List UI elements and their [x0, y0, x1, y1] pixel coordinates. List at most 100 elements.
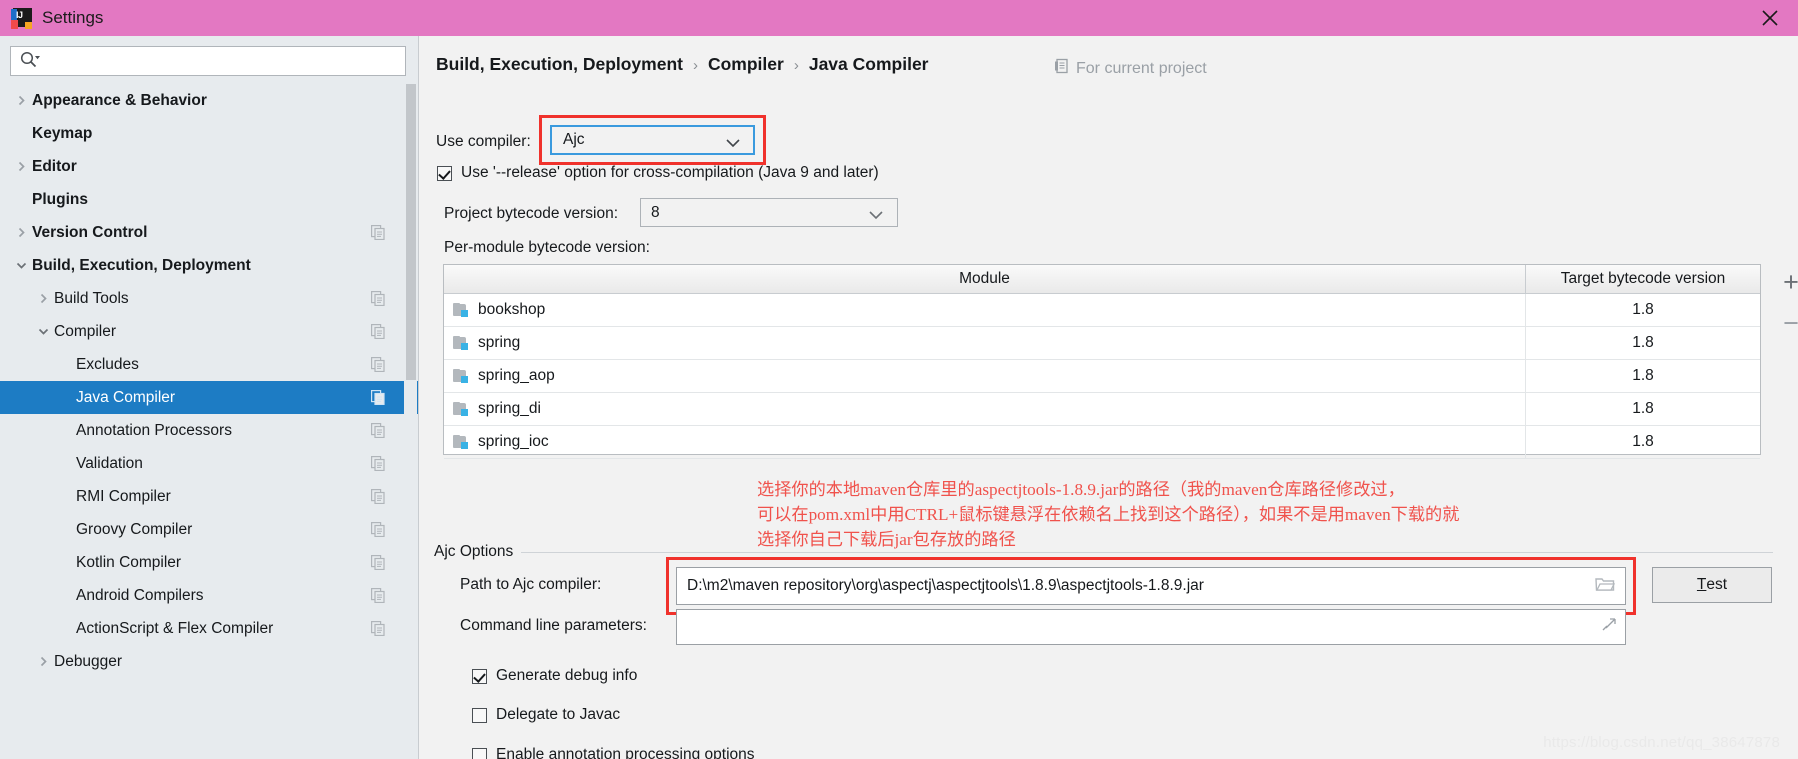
table-row[interactable]: spring_ioc 1.8 [444, 426, 1760, 459]
search-input[interactable] [43, 48, 405, 74]
sidebar-item-version-control[interactable]: Version Control [0, 216, 418, 249]
sidebar-item-label: Groovy Compiler [76, 520, 193, 538]
copy-settings-icon[interactable] [371, 390, 385, 410]
path-to-ajc-input[interactable]: D:\m2\maven repository\org\aspectj\aspec… [676, 567, 1626, 605]
search-box[interactable] [10, 46, 406, 76]
sidebar-item-java-compiler[interactable]: Java Compiler [0, 381, 418, 414]
table-body: bookshop 1.8 spring 1.8 spring_aop 1.8 spring_… [444, 294, 1760, 459]
target-bytecode-cell[interactable]: 1.8 [1526, 360, 1760, 392]
module-name: spring_aop [478, 367, 555, 384]
logo-text: IJ [16, 9, 23, 20]
per-module-bytecode-table: Module Target bytecode version bookshop 1… [443, 264, 1761, 459]
copy-settings-icon[interactable] [371, 555, 385, 575]
sidebar-item-debugger[interactable]: Debugger [0, 645, 418, 678]
sidebar-scrollbar-thumb[interactable] [406, 84, 416, 380]
sidebar-item-groovy-compiler[interactable]: Groovy Compiler [0, 513, 418, 546]
generate-debug-info-checkbox[interactable]: Generate debug info [472, 667, 637, 685]
project-bytecode-value: 8 [651, 203, 660, 221]
copy-settings-icon[interactable] [371, 522, 385, 542]
release-option-label: Use '--release' option for cross-compila… [461, 164, 879, 181]
sidebar-item-plugins[interactable]: Plugins [0, 183, 418, 216]
sidebar-item-keymap[interactable]: Keymap [0, 117, 418, 150]
command-line-parameters-input[interactable] [676, 609, 1626, 645]
sidebar-item-validation[interactable]: Validation [0, 447, 418, 480]
copy-settings-icon[interactable] [371, 324, 385, 344]
delegate-to-javac-checkbox[interactable]: Delegate to Javac [472, 706, 620, 724]
sidebar-item-build-tools[interactable]: Build Tools [0, 282, 418, 315]
module-cell: spring_aop [444, 360, 1526, 392]
sidebar-item-editor[interactable]: Editor [0, 150, 418, 183]
table-row[interactable]: spring_di 1.8 [444, 393, 1760, 426]
sidebar-item-label: Excludes [76, 355, 139, 373]
sidebar-item-build-execution-deployment[interactable]: Build, Execution, Deployment [0, 249, 418, 282]
target-bytecode-cell[interactable]: 1.8 [1526, 426, 1760, 458]
target-bytecode-cell[interactable]: 1.8 [1526, 393, 1760, 425]
module-folder-icon [453, 302, 470, 318]
chevron-right-icon[interactable] [32, 656, 54, 667]
table-row[interactable]: spring_aop 1.8 [444, 360, 1760, 393]
breadcrumb-separator: › [692, 57, 698, 74]
intellij-logo-icon: IJ [11, 7, 32, 29]
table-row[interactable]: bookshop 1.8 [444, 294, 1760, 327]
sidebar-scrollbar[interactable] [404, 84, 417, 759]
use-compiler-value: Ajc [563, 131, 585, 148]
column-header-module[interactable]: Module [444, 265, 1526, 293]
copy-settings-icon[interactable] [371, 225, 385, 245]
add-module-button[interactable]: + [1777, 269, 1798, 296]
sidebar-item-label: Android Compilers [76, 586, 204, 604]
module-name: bookshop [478, 301, 546, 318]
sidebar-item-label: Annotation Processors [76, 421, 232, 439]
search-area [0, 36, 418, 84]
sidebar-item-annotation-processors[interactable]: Annotation Processors [0, 414, 418, 447]
chevron-right-icon[interactable] [10, 95, 32, 106]
table-row[interactable]: spring 1.8 [444, 327, 1760, 360]
chevron-right-icon[interactable] [10, 227, 32, 238]
breadcrumb-item[interactable]: Compiler [708, 54, 784, 75]
sidebar-item-rmi-compiler[interactable]: RMI Compiler [0, 480, 418, 513]
close-icon[interactable] [1742, 0, 1798, 36]
copy-settings-icon[interactable] [371, 489, 385, 509]
sidebar-item-label: RMI Compiler [76, 487, 171, 505]
test-button[interactable]: Test [1652, 567, 1772, 603]
red-annotation-text: 选择你的本地maven仓库里的aspectjtools-1.8.9.jar的路径… [757, 480, 1460, 549]
copy-settings-icon[interactable] [371, 456, 385, 476]
checkbox-icon [437, 165, 452, 181]
breadcrumb-item[interactable]: Build, Execution, Deployment [436, 54, 683, 75]
sidebar-item-compiler[interactable]: Compiler [0, 315, 418, 348]
folder-browse-icon[interactable] [1595, 575, 1616, 597]
sidebar-item-excludes[interactable]: Excludes [0, 348, 418, 381]
sidebar-item-label: Build Tools [54, 289, 129, 307]
sidebar-item-android-compilers[interactable]: Android Compilers [0, 579, 418, 612]
expand-editor-icon[interactable] [1600, 616, 1617, 638]
module-folder-icon [453, 434, 470, 450]
chevron-down-icon[interactable] [32, 326, 54, 337]
sidebar-item-kotlin-compiler[interactable]: Kotlin Compiler [0, 546, 418, 579]
sidebar-item-label: Appearance & Behavior [32, 91, 207, 109]
chevron-right-icon[interactable] [10, 161, 32, 172]
enable-annotation-processing-checkbox[interactable]: Enable annotation processing options [472, 746, 755, 759]
remove-module-button[interactable]: − [1777, 310, 1798, 337]
search-icon [19, 50, 41, 73]
settings-tree: Appearance & Behavior Keymap Editor Plugins… [0, 84, 418, 678]
sidebar-item-appearance-behavior[interactable]: Appearance & Behavior [0, 84, 418, 117]
watermark: https://blog.csdn.net/qq_38647878 [1543, 734, 1780, 751]
project-bytecode-dropdown[interactable]: 8 [640, 198, 898, 227]
chevron-right-icon[interactable] [32, 293, 54, 304]
copy-settings-icon[interactable] [371, 588, 385, 608]
settings-sidebar: Appearance & Behavior Keymap Editor Plugins… [0, 36, 419, 759]
release-option-checkbox[interactable]: Use '--release' option for cross-compila… [437, 164, 879, 182]
column-header-target-bytecode[interactable]: Target bytecode version [1526, 265, 1760, 293]
module-name: spring_di [478, 400, 541, 417]
target-bytecode-cell[interactable]: 1.8 [1526, 327, 1760, 359]
copy-settings-icon[interactable] [371, 423, 385, 443]
use-compiler-dropdown[interactable]: Ajc [550, 125, 755, 155]
module-name: spring_ioc [478, 433, 549, 450]
copy-settings-icon[interactable] [371, 291, 385, 311]
sidebar-item-actionscript-flex-compiler[interactable]: ActionScript & Flex Compiler [0, 612, 418, 645]
target-bytecode-cell[interactable]: 1.8 [1526, 294, 1760, 326]
copy-settings-icon[interactable] [371, 357, 385, 377]
chevron-down-icon[interactable] [10, 260, 32, 271]
project-bytecode-label: Project bytecode version: [444, 205, 619, 222]
settings-main-panel: Build, Execution, Deployment › Compiler › Ja… [419, 36, 1798, 759]
copy-settings-icon[interactable] [371, 621, 385, 641]
